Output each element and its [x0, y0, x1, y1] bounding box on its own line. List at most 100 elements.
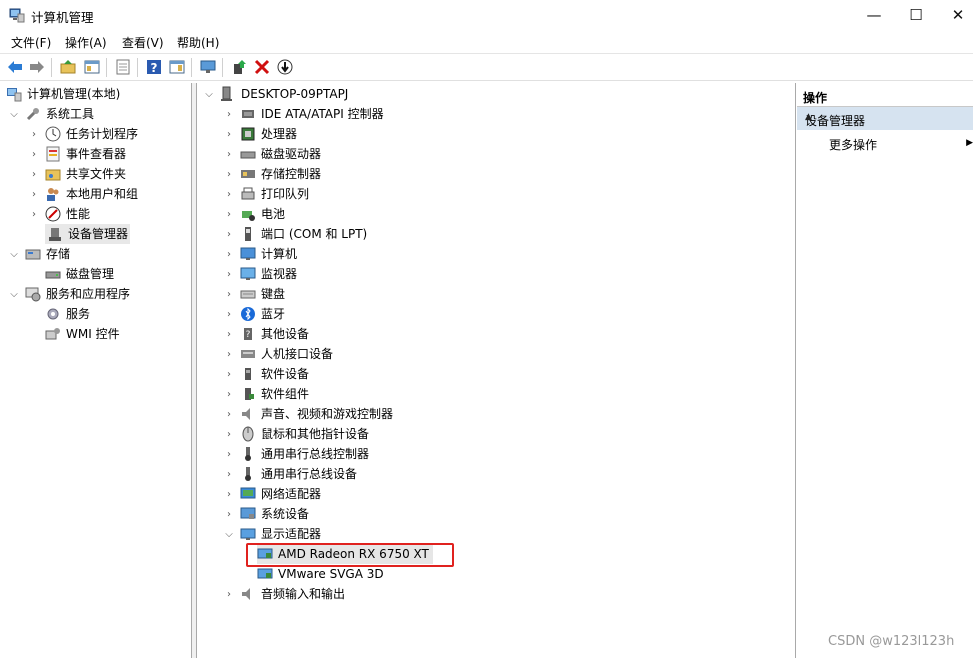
- device-category[interactable]: › IDE ATA/ATAPI 控制器: [223, 104, 384, 124]
- back-arrow-icon[interactable]: [6, 58, 24, 76]
- chevron-down-icon[interactable]: ⌵: [8, 248, 20, 260]
- device-category-display-adapters[interactable]: ⌵ 显示适配器: [223, 524, 321, 544]
- forward-arrow-icon[interactable]: [28, 58, 46, 76]
- port-icon: [245, 227, 251, 241]
- chevron-right-icon[interactable]: ›: [223, 408, 235, 420]
- device-category[interactable]: › 处理器: [223, 124, 297, 144]
- chevron-right-icon[interactable]: ›: [28, 168, 40, 180]
- device-category[interactable]: › 通用串行总线控制器: [223, 444, 369, 464]
- tree-item-shared-folders[interactable]: › 共享文件夹: [28, 164, 126, 184]
- device-category[interactable]: › 通用串行总线设备: [223, 464, 357, 484]
- category-label: 存储控制器: [261, 167, 322, 181]
- action-pane-icon[interactable]: [168, 58, 186, 76]
- tree-item-local-users[interactable]: › 本地用户和组: [28, 184, 138, 204]
- device-category[interactable]: › 软件设备: [223, 364, 309, 384]
- tree-item-storage[interactable]: ⌵ 存储: [8, 244, 70, 264]
- chevron-right-icon[interactable]: ›: [223, 248, 235, 260]
- chevron-right-icon[interactable]: ›: [223, 588, 235, 600]
- chevron-right-icon[interactable]: ›: [28, 188, 40, 200]
- svg-text:?: ?: [151, 61, 158, 75]
- up-folder-icon[interactable]: [59, 58, 77, 76]
- device-category[interactable]: › 电池: [223, 204, 285, 224]
- show-hide-tree-icon[interactable]: [83, 58, 101, 76]
- chevron-right-icon[interactable]: ›: [223, 328, 235, 340]
- menu-view[interactable]: 查看(V): [122, 34, 164, 51]
- chevron-right-icon[interactable]: ›: [223, 228, 235, 240]
- chevron-down-icon[interactable]: ⌵: [223, 528, 235, 540]
- chevron-right-icon[interactable]: ›: [223, 348, 235, 360]
- device-category[interactable]: › 鼠标和其他指针设备: [223, 424, 369, 444]
- chevron-right-icon[interactable]: ›: [28, 128, 40, 140]
- tree-item-wmi[interactable]: WMI 控件: [45, 324, 120, 344]
- chevron-right-icon[interactable]: ›: [223, 508, 235, 520]
- device-tree-root[interactable]: ⌵ DESKTOP-09PTAPJ: [203, 84, 348, 104]
- device-category[interactable]: › 声音、视频和游戏控制器: [223, 404, 393, 424]
- chevron-right-icon[interactable]: ›: [223, 288, 235, 300]
- minimize-button[interactable]: —: [851, 0, 897, 30]
- device-vmware-svga[interactable]: VMware SVGA 3D: [257, 564, 384, 584]
- tree-item-performance[interactable]: › 性能: [28, 204, 90, 224]
- device-category[interactable]: › 监视器: [223, 264, 297, 284]
- more-actions[interactable]: 更多操作: [829, 136, 877, 153]
- chevron-right-icon[interactable]: ›: [28, 148, 40, 160]
- device-category[interactable]: › 计算机: [223, 244, 297, 264]
- event-viewer-icon: [46, 146, 60, 162]
- chevron-right-icon[interactable]: ›: [223, 428, 235, 440]
- monitor-icon[interactable]: [199, 58, 217, 76]
- chevron-right-icon[interactable]: ›: [223, 488, 235, 500]
- menu-action[interactable]: 操作(A): [65, 34, 107, 51]
- chevron-down-icon[interactable]: ⌵: [8, 108, 20, 120]
- tree-item-root[interactable]: 计算机管理(本地): [6, 84, 120, 104]
- tree-item-services-apps[interactable]: ⌵ 服务和应用程序: [8, 284, 130, 304]
- device-category[interactable]: › 存储控制器: [223, 164, 321, 184]
- device-category-audio-io[interactable]: › 音频输入和输出: [223, 584, 345, 604]
- chevron-right-icon[interactable]: ›: [223, 128, 235, 140]
- tree-item-event-viewer[interactable]: › 事件查看器: [28, 144, 126, 164]
- actions-group-device-manager[interactable]: 设备管理器 ▲: [797, 107, 973, 130]
- chevron-right-icon[interactable]: ›: [223, 308, 235, 320]
- tree-item-task-scheduler[interactable]: › 任务计划程序: [28, 124, 138, 144]
- chevron-right-icon[interactable]: ›: [223, 208, 235, 220]
- chevron-down-icon[interactable]: ⌵: [203, 88, 215, 100]
- device-category[interactable]: › 蓝牙: [223, 304, 285, 324]
- chevron-right-icon[interactable]: ›: [28, 208, 40, 220]
- chevron-right-icon[interactable]: ›: [223, 108, 235, 120]
- device-category[interactable]: ›? 其他设备: [223, 324, 309, 344]
- help-icon[interactable]: ?: [145, 58, 163, 76]
- chevron-right-icon[interactable]: ›: [223, 448, 235, 460]
- tree-item-services[interactable]: 服务: [45, 304, 90, 324]
- device-category[interactable]: › 磁盘驱动器: [223, 144, 321, 164]
- device-category[interactable]: › 打印队列: [223, 184, 309, 204]
- category-label: 网络适配器: [261, 487, 322, 501]
- device-category[interactable]: › 端口 (COM 和 LPT): [223, 224, 367, 244]
- chevron-right-icon[interactable]: ›: [223, 388, 235, 400]
- chevron-right-icon[interactable]: ›: [223, 148, 235, 160]
- watermark: CSDN @w123l123h: [828, 634, 955, 649]
- properties-icon[interactable]: [114, 58, 132, 76]
- device-category[interactable]: › 系统设备: [223, 504, 309, 524]
- scan-hardware-icon[interactable]: [276, 58, 294, 76]
- submenu-arrow-icon[interactable]: ▶: [966, 138, 973, 148]
- chevron-right-icon[interactable]: ›: [223, 188, 235, 200]
- device-category[interactable]: › 软件组件: [223, 384, 309, 404]
- close-button[interactable]: ✕: [935, 0, 973, 30]
- menu-file[interactable]: 文件(F): [11, 34, 51, 51]
- device-category[interactable]: › 键盘: [223, 284, 285, 304]
- chevron-down-icon[interactable]: ⌵: [8, 288, 20, 300]
- tree-item-device-manager[interactable]: 设备管理器: [45, 224, 131, 244]
- collapse-up-icon[interactable]: ▲: [805, 112, 971, 122]
- tree-item-system-tools[interactable]: ⌵ 系统工具: [8, 104, 94, 124]
- maximize-button[interactable]: ☐: [893, 0, 939, 30]
- users-icon: [47, 188, 59, 201]
- chevron-right-icon[interactable]: ›: [223, 468, 235, 480]
- menu-help[interactable]: 帮助(H): [177, 34, 219, 51]
- toolbar-separator: [106, 58, 107, 77]
- chevron-right-icon[interactable]: ›: [223, 168, 235, 180]
- chevron-right-icon[interactable]: ›: [223, 368, 235, 380]
- device-category[interactable]: › 网络适配器: [223, 484, 321, 504]
- device-category[interactable]: › 人机接口设备: [223, 344, 333, 364]
- uninstall-icon[interactable]: [253, 58, 271, 76]
- tree-item-disk-management[interactable]: 磁盘管理: [45, 264, 114, 284]
- chevron-right-icon[interactable]: ›: [223, 268, 235, 280]
- update-driver-icon[interactable]: [230, 58, 248, 76]
